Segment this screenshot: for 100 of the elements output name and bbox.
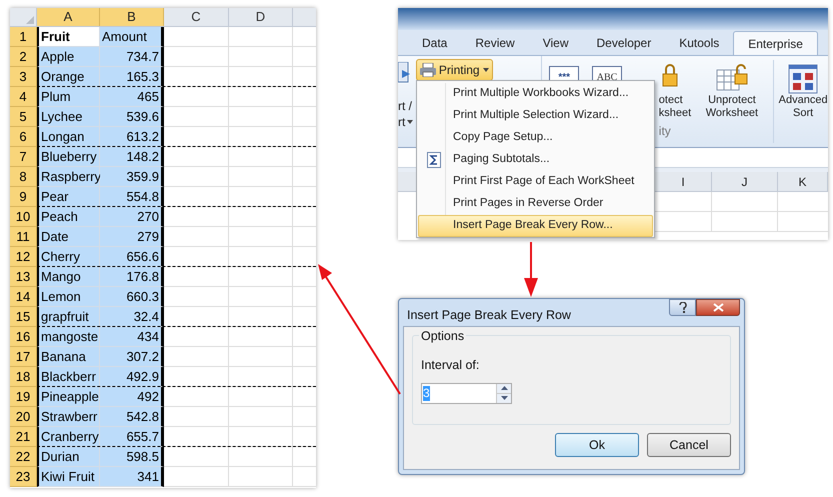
table-cell [164, 347, 229, 367]
table-cell: Lychee [37, 107, 100, 127]
table-cell [229, 187, 293, 207]
document-icon[interactable] [398, 62, 410, 84]
table-cell: 656.6 [100, 247, 164, 267]
menu-item[interactable]: Print Multiple Selection Wizard... [418, 105, 653, 127]
table-cell: Fruit [37, 27, 100, 47]
table-cell: 279 [100, 227, 164, 247]
row-header[interactable]: 22 [10, 447, 37, 467]
ribbon-tab[interactable]: View [528, 31, 583, 55]
ribbon-tab[interactable]: Kutools [665, 31, 734, 55]
table-cell [229, 127, 293, 147]
button-label[interactable]: Sort [793, 107, 814, 120]
table-cell [712, 192, 778, 212]
column-header[interactable]: C [164, 8, 229, 26]
table-cell [229, 407, 293, 427]
column-header[interactable]: K [778, 172, 828, 191]
row-header[interactable]: 23 [10, 467, 37, 487]
column-header[interactable]: D [229, 8, 293, 26]
row-header[interactable]: 10 [10, 207, 37, 227]
row-header[interactable]: 6 [10, 127, 37, 147]
table-cell [164, 407, 229, 427]
column-header[interactable]: A [37, 8, 100, 26]
table-cell: Kiwi Fruit [37, 467, 100, 487]
close-button[interactable] [696, 299, 740, 316]
table-cell [229, 27, 293, 47]
table-cell [164, 447, 229, 467]
row-header[interactable]: 3 [10, 67, 37, 87]
button-label[interactable]: Worksheet [706, 107, 758, 120]
row-header[interactable]: 14 [10, 287, 37, 307]
table-cell [164, 187, 229, 207]
ribbon-tab[interactable]: Review [461, 31, 529, 55]
button-label[interactable]: ksheet [658, 107, 692, 120]
table-cell: 598.5 [100, 447, 164, 467]
row-header[interactable]: 15 [10, 307, 37, 327]
table-cell: Longan [37, 127, 100, 147]
table-cell [164, 47, 229, 67]
table-cell: 655.7 [100, 427, 164, 447]
ribbon-tab[interactable]: Developer [582, 31, 666, 55]
row-header[interactable]: 11 [10, 227, 37, 247]
row-header[interactable]: 5 [10, 107, 37, 127]
row-header[interactable]: 8 [10, 167, 37, 187]
table-cell [229, 307, 293, 327]
row-header[interactable]: 12 [10, 247, 37, 267]
table-cell: Plum [37, 87, 100, 107]
table-cell: Mango [37, 267, 100, 287]
spin-up-button[interactable] [497, 384, 511, 394]
row-header[interactable]: 16 [10, 327, 37, 347]
table-cell [164, 247, 229, 267]
table-cell [229, 247, 293, 267]
menu-item[interactable]: Print Pages in Reverse Order [418, 193, 653, 215]
table-cell [229, 67, 293, 87]
table-cell: Strawberr [37, 407, 100, 427]
table-cell [164, 387, 229, 407]
menu-item[interactable]: Paging Subtotals... [418, 149, 653, 171]
row-header[interactable]: 20 [10, 407, 37, 427]
table-cell [164, 167, 229, 187]
row-header[interactable]: 17 [10, 347, 37, 367]
table-cell [229, 427, 293, 447]
row-header[interactable]: 21 [10, 427, 37, 447]
menu-item[interactable]: Print First Page of Each WorkSheet [418, 171, 653, 193]
row-header[interactable]: 13 [10, 267, 37, 287]
down-arrow-icon [500, 396, 508, 400]
table-cell [229, 367, 293, 387]
table-cell: Orange [37, 67, 100, 87]
table-cell [164, 427, 229, 447]
row-header[interactable]: 7 [10, 147, 37, 167]
row-header[interactable]: 1 [10, 27, 37, 47]
table-cell: 270 [100, 207, 164, 227]
row-header[interactable]: 4 [10, 87, 37, 107]
dialog-button[interactable]: Ok [555, 433, 639, 457]
field-label: Interval of: [421, 357, 480, 374]
table-cell: 492 [100, 387, 164, 407]
row-header[interactable]: 9 [10, 187, 37, 207]
table-cell [164, 267, 229, 287]
table-cell [164, 107, 229, 127]
help-button[interactable] [669, 299, 696, 316]
printing-button[interactable]: Printing [416, 59, 493, 81]
ribbon-tab[interactable]: Enterprise [733, 31, 818, 55]
menu-item[interactable]: Copy Page Setup... [418, 127, 653, 149]
table-cell: Cranberry [37, 427, 100, 447]
table-cell: grapfruit [37, 307, 100, 327]
table-cell: Durian [37, 447, 100, 467]
button-label[interactable]: Unprotect [708, 94, 756, 107]
question-icon [678, 302, 686, 313]
column-header[interactable]: B [100, 8, 164, 26]
menu-item[interactable]: Insert Page Break Every Row... [418, 215, 653, 237]
row-header[interactable]: 19 [10, 387, 37, 407]
button-label[interactable]: Advanced [778, 94, 828, 107]
table-cell [164, 207, 229, 227]
ribbon-tab[interactable]: Data [408, 31, 462, 55]
button-label[interactable]: otect [658, 94, 683, 107]
table-cell: 307.2 [100, 347, 164, 367]
table-cell [229, 227, 293, 247]
row-header[interactable]: 2 [10, 47, 37, 67]
column-header[interactable]: J [712, 172, 778, 191]
row-header[interactable]: 18 [10, 367, 37, 387]
table-cell [164, 367, 229, 387]
dialog-button[interactable]: Cancel [647, 433, 731, 457]
table-cell [229, 107, 293, 127]
